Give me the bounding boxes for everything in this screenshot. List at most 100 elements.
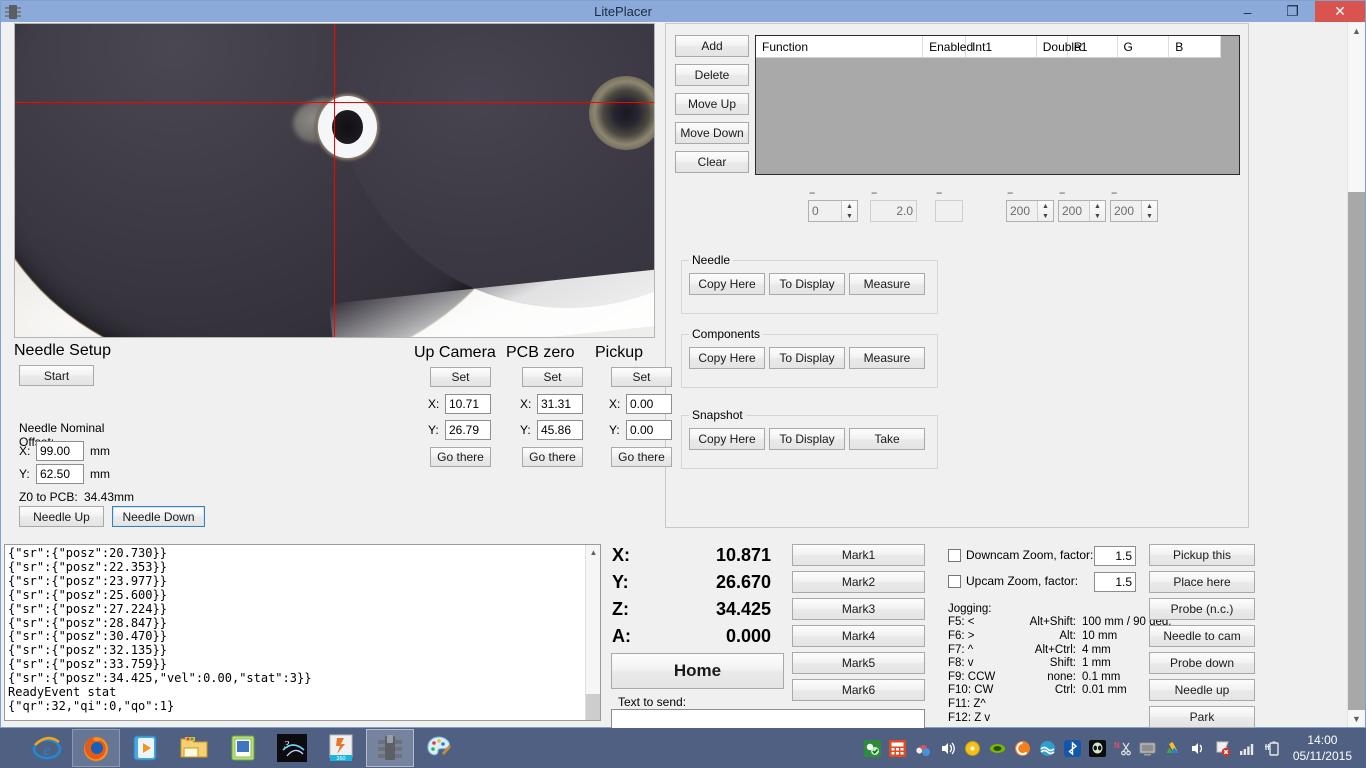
column-header[interactable]: Function <box>756 35 924 58</box>
upcam-zoom-factor-input[interactable]: 1.5 <box>1094 572 1136 592</box>
network-sync-icon[interactable] <box>1037 738 1058 759</box>
offset-x-input[interactable]: 99.00 <box>36 441 84 461</box>
components-measure-button[interactable]: Measure <box>849 347 925 369</box>
nvidia-icon[interactable] <box>987 738 1008 759</box>
pills-icon[interactable] <box>912 738 933 759</box>
snip-icon[interactable]: N <box>1112 738 1133 759</box>
g-spinner[interactable]: -- 200 ▲ ▼ <box>1058 187 1106 222</box>
mark2-button[interactable]: Mark2 <box>792 571 925 593</box>
minimize-button[interactable]: – <box>1225 1 1270 22</box>
needle-to-display-button[interactable]: To Display <box>769 273 845 295</box>
pickup-y-input[interactable]: 0.00 <box>626 420 672 440</box>
needle-up-setup-button[interactable]: Needle Up <box>19 506 104 527</box>
home-button[interactable]: Home <box>611 653 784 689</box>
needle-copy-here-button[interactable]: Copy Here <box>689 273 765 295</box>
display-icon[interactable] <box>1137 738 1158 759</box>
needle-down-setup-button[interactable]: Needle Down <box>112 506 205 527</box>
taskbar-3d-app[interactable]: 3 <box>268 729 316 767</box>
components-to-display-button[interactable]: To Display <box>769 347 845 369</box>
main-scrollbar-thumb[interactable] <box>1348 192 1365 710</box>
snapshot-to-display-button[interactable]: To Display <box>769 428 845 450</box>
column-header[interactable]: G <box>1118 35 1170 58</box>
taskbar-paint[interactable] <box>415 729 463 767</box>
text-to-send-input[interactable] <box>611 709 925 729</box>
main-vertical-scrollbar[interactable]: ▲ ▼ <box>1347 22 1365 727</box>
needle-to-cam-button[interactable]: Needle to cam <box>1149 625 1255 647</box>
serial-console-scrollbar[interactable]: ▲ <box>585 545 600 720</box>
parameter-value[interactable]: 2.0 <box>871 201 916 221</box>
scrollbar-thumb[interactable] <box>586 694 600 720</box>
drive-icon[interactable] <box>1162 738 1183 759</box>
speaker-icon[interactable] <box>1187 738 1208 759</box>
b-spinner[interactable]: -- 200 ▲ ▼ <box>1110 187 1158 222</box>
taskbar-internet-explorer[interactable]: e <box>23 729 71 767</box>
components-copy-here-button[interactable]: Copy Here <box>689 347 765 369</box>
up-camera-go-there-button[interactable]: Go there <box>430 447 491 467</box>
orange-icon[interactable] <box>1012 738 1033 759</box>
column-header[interactable]: B <box>1169 35 1221 58</box>
column-header[interactable]: Enabled <box>923 35 973 58</box>
needle-setup-start-button[interactable]: Start <box>19 365 94 386</box>
pickup-go-there-button[interactable]: Go there <box>611 447 672 467</box>
taskbar-firefox[interactable] <box>72 729 120 767</box>
battery-icon[interactable] <box>1262 738 1283 759</box>
spinner-arrows[interactable]: ▲ ▼ <box>1037 201 1053 221</box>
spinner-up-icon[interactable]: ▲ <box>1038 201 1053 211</box>
spinner-arrows[interactable]: ▲ ▼ <box>1141 201 1157 221</box>
mark4-button[interactable]: Mark4 <box>792 625 925 647</box>
snapshot-take-button[interactable]: Take <box>849 428 925 450</box>
spinner-up-icon[interactable]: ▲ <box>842 201 857 211</box>
clear-button[interactable]: Clear <box>675 151 749 173</box>
scroll-down-icon[interactable]: ▼ <box>1348 710 1365 727</box>
spinner-up-icon[interactable]: ▲ <box>1090 201 1105 211</box>
needle-measure-button[interactable]: Measure <box>849 273 925 295</box>
spinner-down-icon[interactable]: ▼ <box>1038 211 1053 221</box>
spinner-up-icon[interactable]: ▲ <box>1142 201 1157 211</box>
needle-up-button[interactable]: Needle up <box>1149 679 1255 701</box>
scroll-up-icon[interactable]: ▲ <box>586 545 600 560</box>
function-list[interactable]: Function Enabled Int1 Double1 R G B <box>755 35 1240 175</box>
signal-icon[interactable] <box>1237 738 1258 759</box>
column-header[interactable]: R <box>1068 35 1118 58</box>
spinner-arrows[interactable]: ▲ ▼ <box>1089 201 1105 221</box>
alien-icon[interactable] <box>1087 738 1108 759</box>
parameter-value[interactable]: 200 <box>1111 201 1141 221</box>
mark1-button[interactable]: Mark1 <box>792 544 925 566</box>
up-camera-y-input[interactable]: 26.79 <box>445 420 491 440</box>
volume-icon[interactable] <box>937 738 958 759</box>
up-camera-set-button[interactable]: Set <box>430 367 491 387</box>
flag-error-icon[interactable] <box>1212 738 1233 759</box>
up-camera-x-input[interactable]: 10.71 <box>445 394 491 414</box>
taskbar-reader[interactable] <box>219 729 267 767</box>
delete-button[interactable]: Delete <box>675 64 749 86</box>
move-up-button[interactable]: Move Up <box>675 93 749 115</box>
antivirus-icon[interactable] <box>862 738 883 759</box>
column-header[interactable]: Double1 <box>1037 35 1087 58</box>
double1-field[interactable]: -- 2.0 <box>870 187 917 222</box>
r-spinner[interactable]: -- 200 ▲ ▼ <box>1006 187 1054 222</box>
probe-down-button[interactable]: Probe down <box>1149 652 1255 674</box>
parameter-value[interactable]: 200 <box>1007 201 1037 221</box>
pcb-zero-set-button[interactable]: Set <box>522 367 583 387</box>
serial-console[interactable]: {"sr":{"posz":20.730}} {"sr":{"posz":22.… <box>4 544 601 721</box>
spinner-arrows[interactable]: ▲ ▼ <box>841 201 857 221</box>
calculator-icon[interactable] <box>887 738 908 759</box>
mark5-button[interactable]: Mark5 <box>792 652 925 674</box>
disc-icon[interactable] <box>962 738 983 759</box>
probe-nc-button[interactable]: Probe (n.c.) <box>1149 598 1255 620</box>
spinner-down-icon[interactable]: ▼ <box>1090 211 1105 221</box>
scroll-up-icon[interactable]: ▲ <box>1348 22 1365 39</box>
maximize-button[interactable]: ❐ <box>1270 1 1315 22</box>
offset-y-input[interactable]: 62.50 <box>36 464 84 484</box>
pcb-zero-x-input[interactable]: 31.31 <box>537 394 583 414</box>
int1-spinner[interactable]: -- 0 ▲ ▼ <box>808 187 858 222</box>
pcb-zero-y-input[interactable]: 45.86 <box>537 420 583 440</box>
mark6-button[interactable]: Mark6 <box>792 679 925 701</box>
snapshot-copy-here-button[interactable]: Copy Here <box>689 428 765 450</box>
function-list-scrollbar[interactable] <box>1221 36 1239 58</box>
park-button[interactable]: Park <box>1149 706 1255 728</box>
bluetooth-icon[interactable] <box>1062 738 1083 759</box>
pcb-zero-go-there-button[interactable]: Go there <box>522 447 583 467</box>
downcam-zoom-factor-input[interactable]: 1.5 <box>1094 546 1136 566</box>
add-button[interactable]: Add <box>675 35 749 57</box>
